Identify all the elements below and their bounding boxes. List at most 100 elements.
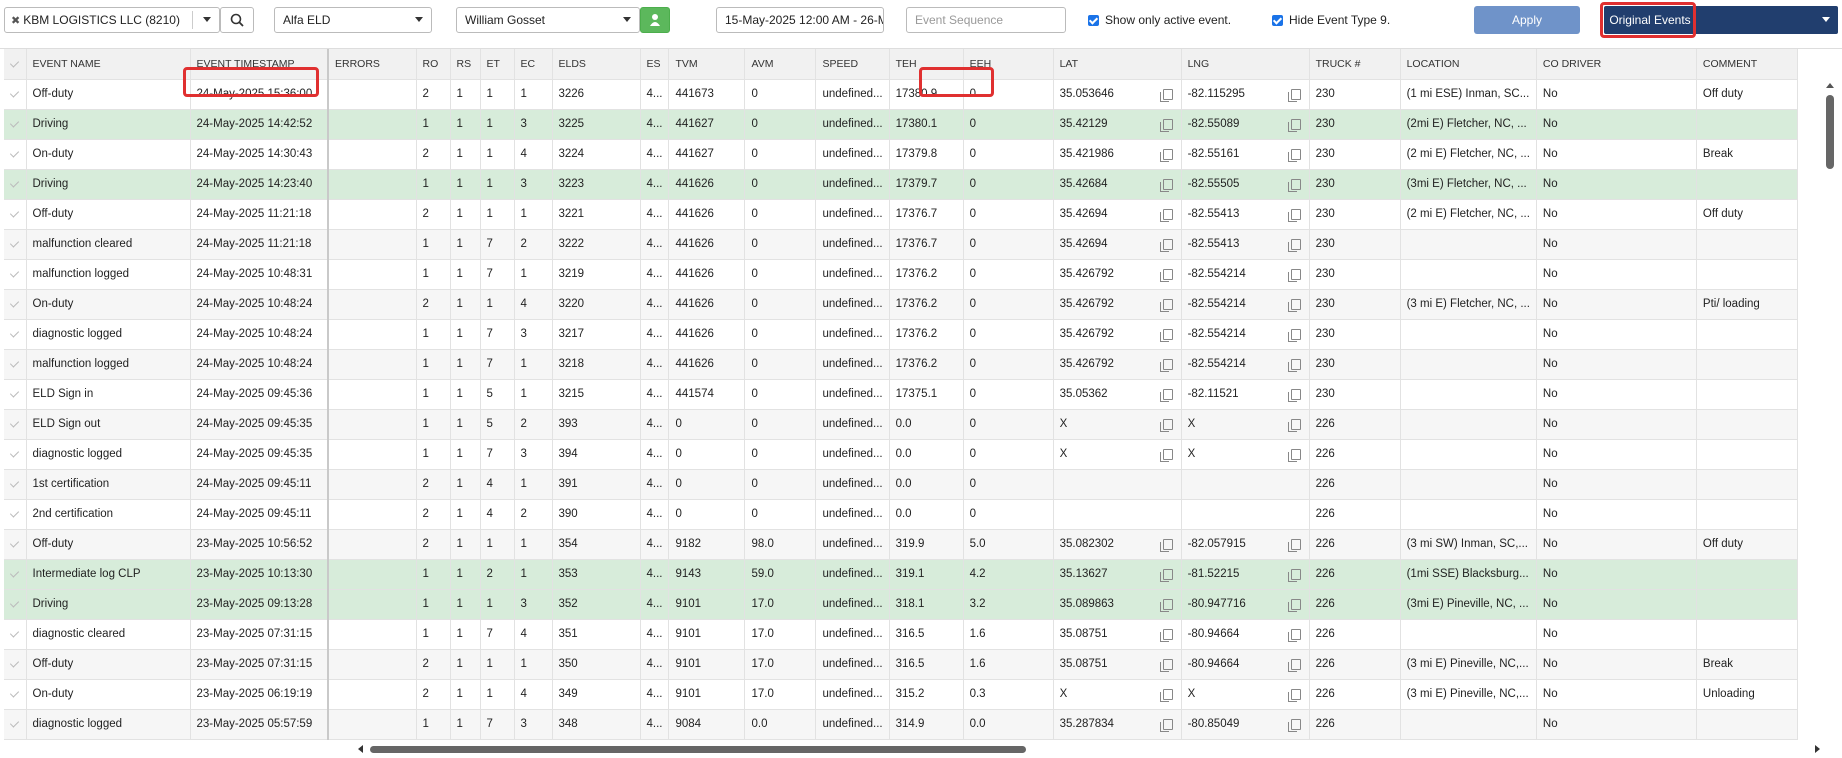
column-header-ro[interactable]: RO <box>416 49 451 80</box>
row-select-checkbox[interactable] <box>4 349 27 380</box>
row-select-checkbox[interactable] <box>4 499 27 530</box>
copy-icon[interactable] <box>1287 208 1301 222</box>
row-select-checkbox[interactable] <box>4 619 27 650</box>
column-header-es[interactable]: ES <box>640 49 670 80</box>
scroll-left-icon[interactable] <box>358 745 363 753</box>
row-select-checkbox[interactable] <box>4 439 27 470</box>
table-row[interactable]: ELD Sign in 24-May-2025 09:45:36 1 1 5 1 3215 4… <box>4 379 1798 410</box>
copy-icon[interactable] <box>1287 178 1301 192</box>
copy-icon[interactable] <box>1287 538 1301 552</box>
table-row[interactable]: malfunction logged 24-May-2025 10:48:24 1 1… <box>4 349 1798 380</box>
table-row[interactable]: diagnostic logged 24-May-2025 10:48:24 1 1 7… <box>4 319 1798 350</box>
table-row[interactable]: Driving 24-May-2025 14:23:40 1 1 1 3 3223 4... 4… <box>4 169 1798 200</box>
row-select-checkbox[interactable] <box>4 559 27 590</box>
copy-icon[interactable] <box>1287 328 1301 342</box>
copy-icon[interactable] <box>1287 658 1301 672</box>
column-header-lng[interactable]: LNG <box>1181 49 1310 80</box>
row-select-checkbox[interactable] <box>4 469 27 500</box>
row-select-checkbox[interactable] <box>4 169 27 200</box>
copy-icon[interactable] <box>1159 418 1173 432</box>
row-select-checkbox[interactable] <box>4 679 27 710</box>
hide-type9-checkbox[interactable]: Hide Event Type 9. <box>1272 13 1390 27</box>
copy-icon[interactable] <box>1159 118 1173 132</box>
row-select-checkbox[interactable] <box>4 379 27 410</box>
column-header-truck[interactable]: TRUCK # <box>1309 49 1401 80</box>
column-header-tvm[interactable]: TVM <box>668 49 746 80</box>
copy-icon[interactable] <box>1159 238 1173 252</box>
row-select-checkbox[interactable] <box>4 259 27 290</box>
checkbox-checked-icon[interactable] <box>1088 14 1099 26</box>
event-sequence-input[interactable]: Event Sequence <box>906 7 1066 33</box>
copy-icon[interactable] <box>1159 598 1173 612</box>
copy-icon[interactable] <box>1159 568 1173 582</box>
copy-icon[interactable] <box>1159 448 1173 462</box>
table-row[interactable]: diagnostic cleared 23-May-2025 07:31:15 1 1… <box>4 619 1798 650</box>
copy-icon[interactable] <box>1159 358 1173 372</box>
table-row[interactable]: Driving 24-May-2025 14:42:52 1 1 1 3 3225 4... 4… <box>4 109 1798 140</box>
copy-icon[interactable] <box>1159 88 1173 102</box>
column-header-eeh[interactable]: EEH <box>963 49 1054 80</box>
date-range-input[interactable]: 15-May-2025 12:00 AM - 26-May <box>716 7 884 33</box>
copy-icon[interactable] <box>1159 208 1173 222</box>
column-header-ec[interactable]: EC <box>514 49 553 80</box>
copy-icon[interactable] <box>1159 658 1173 672</box>
table-row[interactable]: Off-duty 23-May-2025 10:56:52 2 1 1 1 354 4... 9… <box>4 529 1798 560</box>
column-header-comment[interactable]: COMMENT <box>1696 49 1798 80</box>
copy-icon[interactable] <box>1287 688 1301 702</box>
copy-icon[interactable] <box>1287 718 1301 732</box>
column-header-event-timestamp[interactable]: EVENT TIMESTAMP <box>190 49 329 80</box>
column-header-event-name[interactable]: EVENT NAME <box>26 49 191 80</box>
copy-icon[interactable] <box>1287 268 1301 282</box>
checkbox-checked-icon[interactable] <box>1272 14 1283 26</box>
copy-icon[interactable] <box>1159 178 1173 192</box>
copy-icon[interactable] <box>1287 388 1301 402</box>
copy-icon[interactable] <box>1159 298 1173 312</box>
table-row[interactable]: diagnostic logged 24-May-2025 09:45:35 1 1 7… <box>4 439 1798 470</box>
row-select-checkbox[interactable] <box>4 109 27 140</box>
copy-icon[interactable] <box>1287 88 1301 102</box>
row-select-checkbox[interactable] <box>4 229 27 260</box>
copy-icon[interactable] <box>1287 598 1301 612</box>
row-select-checkbox[interactable] <box>4 79 27 110</box>
table-row[interactable]: ELD Sign out 24-May-2025 09:45:35 1 1 5 2 393 4… <box>4 409 1798 440</box>
table-row[interactable]: On-duty 24-May-2025 10:48:24 2 1 1 4 3220 4... 4… <box>4 289 1798 320</box>
column-header-lat[interactable]: LAT <box>1053 49 1182 80</box>
copy-icon[interactable] <box>1159 268 1173 282</box>
company-select[interactable]: ✖ KBM LOGISTICS LLC (8210) <box>4 7 220 33</box>
scroll-up-icon[interactable] <box>1826 83 1834 88</box>
row-select-checkbox[interactable] <box>4 649 27 680</box>
copy-icon[interactable] <box>1159 628 1173 642</box>
row-select-checkbox[interactable] <box>4 589 27 620</box>
only-active-checkbox[interactable]: Show only active event. <box>1088 13 1231 27</box>
copy-icon[interactable] <box>1287 238 1301 252</box>
clear-icon[interactable]: ✖ <box>11 14 20 27</box>
copy-icon[interactable] <box>1159 388 1173 402</box>
table-row[interactable]: malfunction cleared 24-May-2025 11:21:18 1… <box>4 229 1798 260</box>
table-row[interactable]: 1st certification 24-May-2025 09:45:11 2 1 4… <box>4 469 1798 500</box>
copy-icon[interactable] <box>1287 628 1301 642</box>
driver-profile-button[interactable] <box>640 7 670 33</box>
horizontal-scrollbar[interactable] <box>356 743 1822 755</box>
table-row[interactable]: Off-duty 24-May-2025 11:21:18 2 1 1 1 3221 4...… <box>4 199 1798 230</box>
row-select-checkbox[interactable] <box>4 139 27 170</box>
table-row[interactable]: Off-duty 24-May-2025 15:36:00 2 1 1 1 3226 4...… <box>4 79 1798 110</box>
chevron-down-icon[interactable] <box>1822 17 1830 22</box>
column-header-rs[interactable]: RS <box>450 49 481 80</box>
copy-icon[interactable] <box>1159 688 1173 702</box>
copy-icon[interactable] <box>1287 418 1301 432</box>
column-header-co-driver[interactable]: CO DRIVER <box>1536 49 1697 80</box>
column-header-teh[interactable]: TEH <box>889 49 964 80</box>
table-row[interactable]: Off-duty 23-May-2025 07:31:15 2 1 1 1 350 4... 9… <box>4 649 1798 680</box>
driver-select[interactable]: William Gosset <box>456 7 640 33</box>
scroll-right-icon[interactable] <box>1815 745 1820 753</box>
copy-icon[interactable] <box>1159 328 1173 342</box>
copy-icon[interactable] <box>1159 538 1173 552</box>
table-row[interactable]: 2nd certification 24-May-2025 09:45:11 2 1 4… <box>4 499 1798 530</box>
select-all-checkbox[interactable] <box>4 49 27 80</box>
column-header-errors[interactable]: ERRORS <box>328 49 417 80</box>
copy-icon[interactable] <box>1287 118 1301 132</box>
row-select-checkbox[interactable] <box>4 709 27 740</box>
row-select-checkbox[interactable] <box>4 529 27 560</box>
row-select-checkbox[interactable] <box>4 319 27 350</box>
copy-icon[interactable] <box>1159 718 1173 732</box>
